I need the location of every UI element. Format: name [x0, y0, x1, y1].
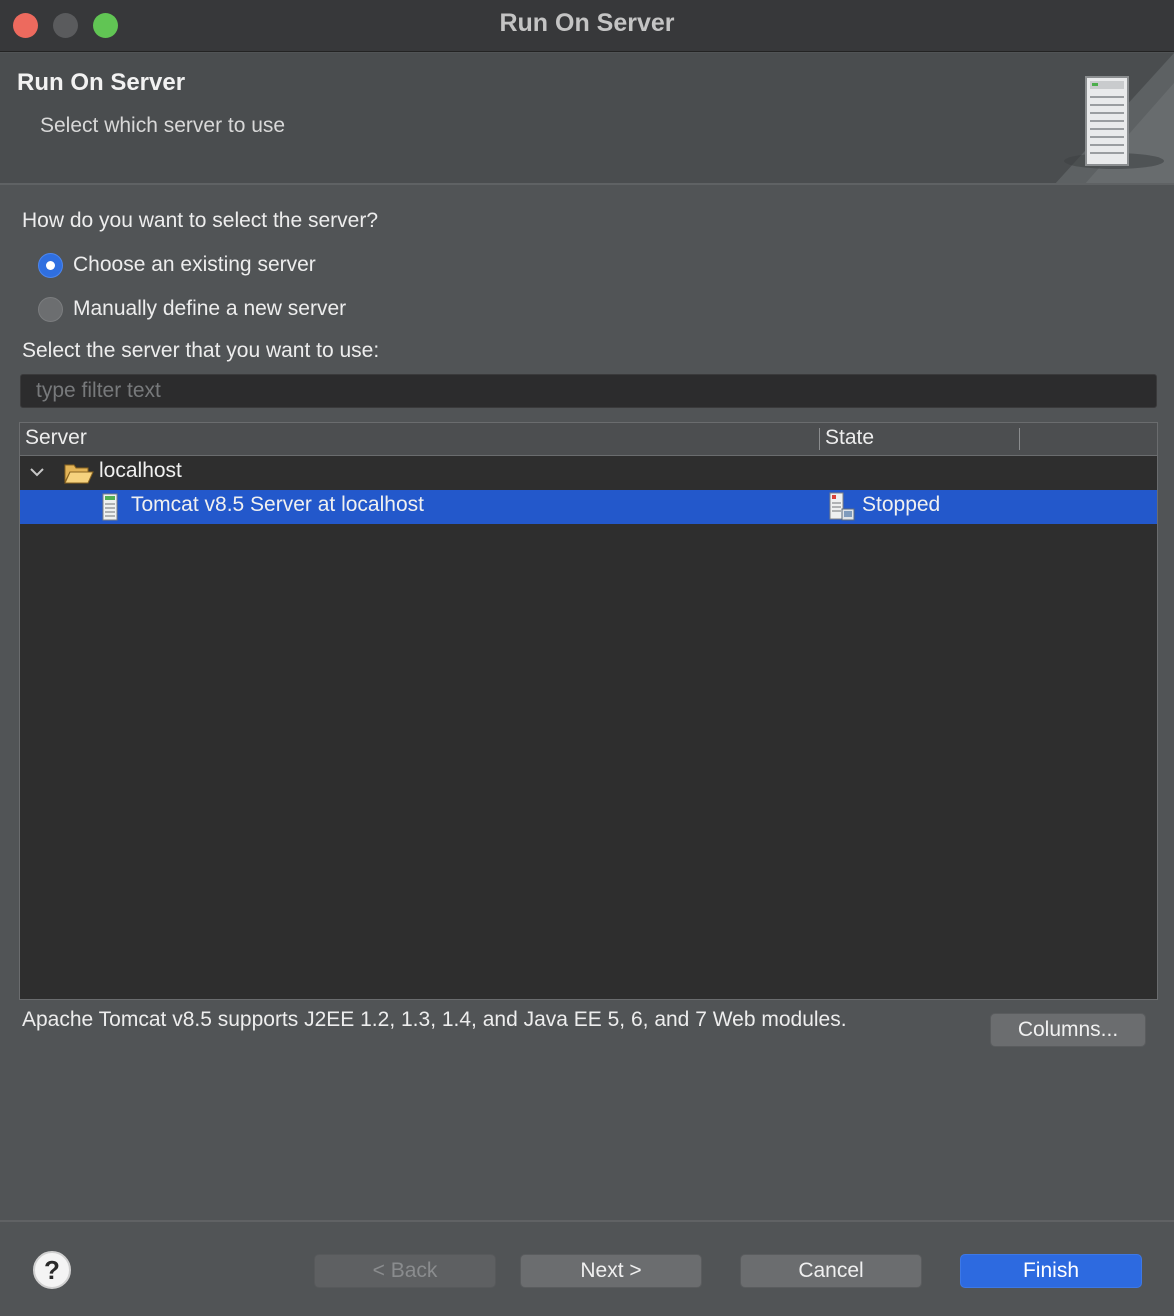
wizard-banner: Run On Server Select which server to use [0, 53, 1174, 185]
choose-existing-server-label[interactable]: Choose an existing server [73, 253, 316, 277]
columns-button[interactable]: Columns... [990, 1013, 1146, 1047]
server-tower-icon [1055, 53, 1174, 183]
radio-button-selected[interactable] [38, 252, 63, 278]
window-title: Run On Server [499, 9, 675, 37]
choose-existing-server-option[interactable]: Choose an existing server [38, 251, 316, 279]
banner-subtitle: Select which server to use [40, 114, 286, 137]
table-header: Server State [20, 423, 1157, 456]
column-divider[interactable] [819, 428, 820, 450]
column-divider[interactable] [1019, 428, 1020, 450]
folder-open-icon [64, 464, 94, 484]
define-new-server-option[interactable]: Manually define a new server [38, 295, 346, 323]
server-state: Stopped [862, 493, 941, 516]
tree-row-tomcat-server[interactable]: Tomcat v8.5 Server at localhost Stopped [20, 490, 1157, 524]
chevron-down-icon[interactable] [27, 462, 47, 482]
banner-title: Run On Server [17, 69, 186, 96]
cancel-button[interactable]: Cancel [740, 1254, 922, 1288]
group-name: localhost [99, 459, 182, 482]
column-header-state[interactable]: State [825, 426, 874, 450]
define-new-server-label[interactable]: Manually define a new server [73, 297, 346, 321]
next-button[interactable]: Next > [520, 1254, 702, 1288]
radio-button-unselected[interactable] [38, 296, 63, 322]
finish-button[interactable]: Finish [960, 1254, 1142, 1288]
filter-input[interactable] [20, 374, 1157, 408]
help-icon[interactable]: ? [33, 1251, 71, 1289]
server-list-label: Select the server that you want to use: [22, 339, 380, 362]
column-header-server[interactable]: Server [25, 426, 87, 450]
back-button[interactable]: < Back [314, 1254, 496, 1288]
server-name: Tomcat v8.5 Server at localhost [131, 493, 424, 516]
selection-question: How do you want to select the server? [22, 209, 379, 232]
title-bar: Run On Server [0, 0, 1174, 52]
tomcat-server-icon [102, 493, 118, 521]
server-description: Apache Tomcat v8.5 supports J2EE 1.2, 1.… [22, 1008, 847, 1031]
run-on-server-dialog: Run On Server Run On Server Select which… [0, 0, 1174, 1316]
server-stopped-icon [829, 492, 855, 521]
footer-divider [0, 1220, 1174, 1222]
tree-row-localhost[interactable]: localhost [20, 456, 1157, 490]
server-table[interactable]: Server State localhost Tomcat v8.5 Serve… [19, 422, 1158, 1000]
